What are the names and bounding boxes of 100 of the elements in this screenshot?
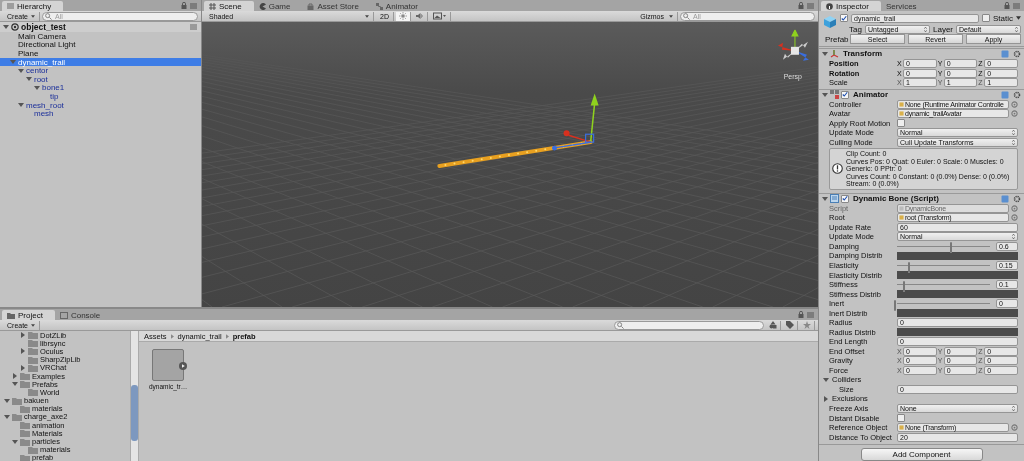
- layer-label: Layer: [933, 24, 953, 34]
- dropdown-arrow-icon: [1012, 139, 1015, 145]
- lock-icon[interactable]: [181, 2, 187, 9]
- expand-arrow-icon[interactable]: [3, 24, 9, 30]
- curve-field[interactable]: [897, 290, 1018, 299]
- expand-arrow-icon[interactable]: [26, 76, 32, 83]
- expand-arrow-icon[interactable]: [4, 397, 10, 404]
- static-label: Static: [993, 13, 1013, 23]
- foldout-arrow-icon[interactable]: [823, 395, 829, 402]
- checkbox[interactable]: [840, 14, 848, 22]
- settings-icon[interactable]: [1013, 194, 1021, 203]
- add-component-button[interactable]: Add Component: [860, 447, 983, 461]
- foldout-arrow-icon[interactable]: [823, 376, 829, 383]
- panel-tab[interactable]: Project: [2, 310, 55, 320]
- unity-scene-icon: [11, 23, 19, 31]
- hierarchy-item[interactable]: mesh: [0, 109, 201, 118]
- move-gizmo-drawing[interactable]: [551, 93, 599, 151]
- expand-arrow-icon[interactable]: [20, 332, 26, 339]
- list-icon: [7, 3, 14, 9]
- expand-arrow-icon[interactable]: [20, 364, 26, 371]
- item-label: mesh: [34, 109, 54, 119]
- expand-arrow-icon[interactable]: [34, 84, 40, 91]
- expand-arrow-icon[interactable]: [20, 348, 26, 355]
- expand-arrow-icon[interactable]: [18, 67, 24, 74]
- info-icon: [832, 163, 843, 175]
- hierarchy-item[interactable]: bone1: [0, 83, 201, 93]
- item-label: root: [34, 74, 48, 84]
- axes-icon: [830, 49, 839, 59]
- view-tab[interactable]: Scene: [204, 1, 254, 11]
- lock-icon[interactable]: [798, 2, 804, 9]
- curve-field[interactable]: [897, 252, 1018, 260]
- orientation-gizmo-drawing[interactable]: [777, 29, 809, 61]
- checkbox[interactable]: [897, 414, 905, 422]
- filter-type-button[interactable]: [766, 320, 781, 330]
- dropdown-arrow-icon: [1012, 234, 1015, 240]
- item-label: centor: [26, 66, 49, 76]
- component-title: Dynamic Bone (Script): [853, 194, 939, 204]
- hierarchy-item[interactable]: centor: [0, 66, 201, 75]
- hierarchy-item[interactable]: Plane: [0, 49, 201, 58]
- lock-icon[interactable]: [798, 311, 804, 318]
- prefab-thumbnail[interactable]: [152, 348, 185, 381]
- foldout-arrow-icon[interactable]: [822, 195, 828, 202]
- dropdown-arrow-icon: [1015, 26, 1018, 32]
- expand-arrow-icon[interactable]: [12, 381, 18, 388]
- cube-icon: [823, 15, 837, 29]
- item-label: Directional Light: [18, 40, 76, 50]
- play-icon[interactable]: [179, 361, 188, 370]
- item-label: dynamic_trail: [18, 57, 66, 67]
- breadcrumb-arrow-icon: [225, 333, 229, 339]
- view-tab[interactable]: Asset Store: [302, 1, 371, 11]
- view-tab[interactable]: Game: [253, 1, 303, 11]
- component-title: Transform: [843, 49, 883, 59]
- item-label: tip: [50, 91, 59, 101]
- hierarchy-item[interactable]: Directional Light: [0, 40, 201, 50]
- pie-icon: [258, 2, 266, 10]
- panel-tab[interactable]: Services: [880, 1, 929, 11]
- scene-header[interactable]: object_test: [0, 22, 201, 32]
- lighting-toggle[interactable]: [395, 11, 411, 21]
- caret-icon[interactable]: [1016, 16, 1021, 20]
- slider-track[interactable]: [897, 300, 990, 308]
- hierarchy-item[interactable]: dynamic_trail: [0, 57, 201, 67]
- panel-tab[interactable]: Hierarchy: [2, 1, 64, 11]
- dropdown-arrow-icon: [1012, 406, 1015, 411]
- dropdown-arrow-icon: [1012, 130, 1015, 136]
- hierarchy-item[interactable]: tip: [0, 92, 201, 101]
- checkbox[interactable]: [841, 90, 849, 99]
- scrollbar[interactable]: [130, 331, 139, 461]
- scene-name: object_test: [21, 22, 66, 32]
- item-label: mesh_root: [26, 100, 64, 110]
- hierarchy-item[interactable]: mesh_root: [0, 100, 201, 110]
- animator-icon: [830, 90, 839, 99]
- caret-icon: [365, 14, 369, 18]
- settings-icon[interactable]: [1013, 49, 1021, 58]
- caret-icon: [31, 323, 35, 327]
- hierarchy-item[interactable]: Main Camera: [0, 32, 201, 41]
- expand-arrow-icon[interactable]: [4, 413, 10, 420]
- search-field[interactable]: [614, 320, 764, 330]
- console-icon: [59, 311, 68, 319]
- label-filter-button[interactable]: [783, 320, 798, 330]
- settings-icon[interactable]: [1013, 90, 1021, 99]
- curve-field[interactable]: [897, 309, 1018, 318]
- curve-field[interactable]: [897, 271, 1018, 280]
- expand-arrow-icon[interactable]: [18, 102, 24, 109]
- panel-tab[interactable]: Console: [54, 310, 113, 320]
- grid-icon: [209, 2, 216, 10]
- expand-arrow-icon[interactable]: [12, 373, 18, 380]
- expand-arrow-icon[interactable]: [12, 438, 18, 445]
- hierarchy-item[interactable]: root: [0, 74, 201, 84]
- lock-icon[interactable]: [1004, 2, 1010, 9]
- checkbox[interactable]: [982, 14, 990, 22]
- view-tab[interactable]: Animator: [370, 1, 430, 11]
- object-picker-icon[interactable]: [1011, 424, 1018, 432]
- caret-icon: [31, 14, 35, 18]
- checkbox[interactable]: [841, 194, 849, 203]
- asset-icon: [899, 425, 904, 431]
- curve-field[interactable]: [897, 328, 1018, 337]
- panel-tab[interactable]: Inspector: [821, 1, 881, 11]
- foldout-arrow-icon[interactable]: [822, 91, 828, 98]
- foldout-arrow-icon[interactable]: [822, 50, 828, 57]
- checkbox[interactable]: [897, 119, 905, 128]
